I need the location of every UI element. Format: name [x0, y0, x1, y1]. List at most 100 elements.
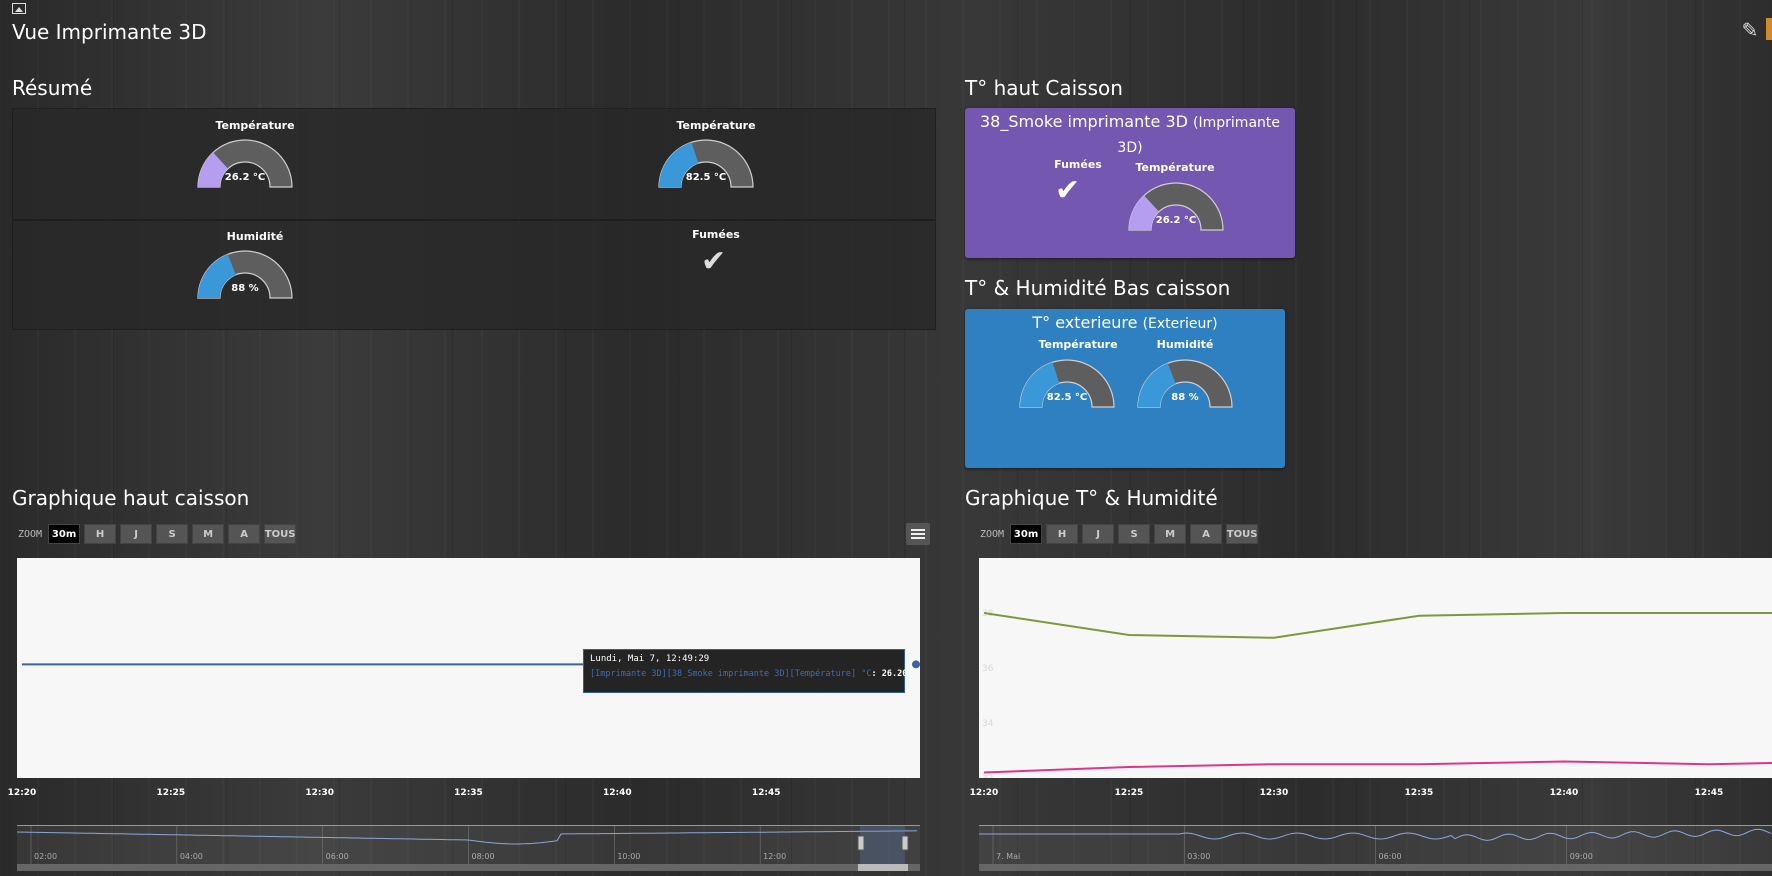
chart-menu-button[interactable] — [906, 523, 930, 545]
humidity-gauge[interactable]: 88 % — [1136, 357, 1234, 409]
gauge-value: 26.2 °C — [224, 172, 266, 183]
gauge-value: 26.2 °C — [1155, 215, 1197, 226]
chart-left-title: Graphique haut caisson — [12, 486, 250, 510]
x-tick-label: 12:40 — [1549, 788, 1579, 798]
y-tick-label: 36 — [982, 664, 994, 674]
zoom-a-button[interactable]: A — [1190, 524, 1223, 544]
image-icon — [12, 3, 26, 14]
x-tick-label: 12:30 — [305, 788, 334, 798]
navigator-tick-label: 12:00 — [763, 852, 786, 861]
chart-tooltip: Lundi, Mai 7, 12:49:29 [Imprimante 3D][3… — [583, 649, 908, 693]
x-tick-label: 12:35 — [454, 788, 483, 798]
summary-panel: Température 26.2 °C Température 82.5 °C … — [12, 108, 936, 330]
tooltip-value: 26.20 — [881, 669, 908, 679]
page-title: Vue Imprimante 3D — [12, 20, 207, 44]
series-line — [983, 612, 1772, 639]
chart-left-navigator[interactable]: 02:00 04:00 06:00 08:00 10:00 12:00 — [16, 825, 920, 871]
humidity-label: Humidité — [1156, 338, 1214, 351]
temp-label: Température — [1038, 338, 1118, 351]
hover-marker — [912, 660, 920, 669]
navigator-tick-label: 7. Mai — [996, 852, 1020, 861]
haut-caisson-title: T° haut Caisson — [965, 76, 1123, 100]
zoom-m-button[interactable]: M — [192, 524, 225, 544]
zoom-j-button[interactable]: J — [1082, 524, 1115, 544]
navigator-svg: 7. Mai 03:00 06:00 09:00 — [979, 826, 1772, 871]
check-icon: ✔ — [701, 244, 727, 279]
chart-right-title: Graphique T° & Humidité — [965, 486, 1218, 510]
zoom-h-button[interactable]: H — [84, 524, 117, 544]
navigator-handle — [857, 835, 865, 851]
temp-label: Température — [1135, 161, 1215, 174]
gauge-value: 88 % — [1171, 392, 1199, 403]
x-tick-label: 12:45 — [751, 788, 781, 798]
zoom-s-button[interactable]: S — [156, 524, 189, 544]
gauge-value: 82.5 °C — [1046, 392, 1088, 403]
navigator-scroll-thumb — [858, 864, 908, 871]
chart-left-zoombar: ZOOM 30m H J S M A TOUS — [18, 523, 297, 545]
chart-right-plot[interactable]: 32343638 — [979, 558, 1772, 784]
navigator-tick-label: 04:00 — [180, 852, 203, 861]
zoom-label: ZOOM — [980, 528, 1005, 540]
y-tick-label: 32 — [982, 774, 993, 778]
x-tick-label: 12:25 — [1114, 788, 1144, 798]
summary-temp1-gauge[interactable]: 26.2 °C — [196, 137, 294, 189]
navigator-tick-label: 10:00 — [617, 852, 640, 861]
tooltip-series: [Imprimante 3D][38_Smoke imprimante 3D][… — [590, 669, 908, 679]
check-icon: ✔ — [1055, 173, 1081, 208]
smoke-sensor-card[interactable]: 38_Smoke imprimante 3D (Imprimante 3D) F… — [965, 108, 1295, 258]
card-title-main: 38_Smoke imprimante 3D — [979, 112, 1188, 131]
summary-temp2-gauge[interactable]: 82.5 °C — [657, 137, 755, 189]
x-tick-label: 12:20 — [7, 788, 37, 798]
zoom-s-button[interactable]: S — [1118, 524, 1151, 544]
x-tick-label: 12:25 — [156, 788, 186, 798]
navigator-svg: 02:00 04:00 06:00 08:00 10:00 12:00 — [16, 826, 920, 871]
y-tick-label: 34 — [982, 719, 994, 729]
temp-gauge[interactable]: 82.5 °C — [1018, 357, 1116, 409]
navigator-scrollbar — [979, 864, 1772, 871]
zoom-30m-button[interactable]: 30m — [1010, 524, 1043, 544]
summary-temp2-label: Température — [676, 119, 756, 132]
navigator-tick-label: 06:00 — [1379, 852, 1402, 861]
chart-right-zoombar: ZOOM 30m H J S M A TOUS — [980, 523, 1259, 545]
pencil-icon[interactable]: ✎ — [1738, 18, 1762, 42]
zoom-label: ZOOM — [18, 528, 43, 540]
x-tick-label: 12:45 — [1694, 788, 1724, 798]
edit-accent — [1766, 18, 1772, 40]
navigator-selection — [860, 826, 905, 864]
navigator-tick-label: 06:00 — [326, 852, 349, 861]
navigator-tick-label: 03:00 — [1187, 852, 1210, 861]
series-line — [983, 760, 1772, 774]
bas-caisson-title: T° & Humidité Bas caisson — [965, 276, 1231, 300]
navigator-tick-label: 02:00 — [34, 852, 57, 861]
summary-humidity-gauge[interactable]: 88 % — [196, 248, 294, 300]
tooltip-date: Lundi, Mai 7, 12:49:29 — [590, 654, 710, 664]
zoom-30m-button[interactable]: 30m — [48, 524, 81, 544]
exterior-sensor-card[interactable]: T° exterieure (Exterieur) Température 82… — [965, 309, 1285, 468]
zoom-h-button[interactable]: H — [1046, 524, 1079, 544]
chart-right-svg: 32343638 — [982, 609, 1772, 784]
card-title-main: T° exterieure — [1032, 313, 1138, 332]
navigator-series — [979, 828, 1772, 841]
card-title-sub: (Exterieur) — [1142, 316, 1218, 332]
navigator-tick-label: 08:00 — [472, 852, 495, 861]
x-tick-label: 12:35 — [1404, 788, 1434, 798]
x-tick-label: 12:40 — [603, 788, 632, 798]
zoom-tous-button[interactable]: TOUS — [1226, 524, 1259, 544]
navigator-tick-label: 09:00 — [1570, 852, 1593, 861]
summary-humidity-label: Humidité — [226, 230, 284, 243]
gauge-value: 88 % — [231, 283, 259, 294]
zoom-a-button[interactable]: A — [228, 524, 261, 544]
zoom-j-button[interactable]: J — [120, 524, 153, 544]
chart-right-navigator[interactable]: 7. Mai 03:00 06:00 09:00 — [979, 825, 1772, 871]
gauge-value: 82.5 °C — [685, 172, 727, 183]
summary-smoke-label: Fumées — [692, 228, 740, 241]
x-tick-label: 12:30 — [1259, 788, 1289, 798]
navigator-handle — [901, 835, 909, 851]
card-title: 38_Smoke imprimante 3D (Imprimante 3D) — [965, 110, 1295, 160]
temp-gauge[interactable]: 26.2 °C — [1127, 180, 1225, 232]
x-tick-label: 12:20 — [969, 788, 999, 798]
navigator-series — [16, 830, 918, 845]
zoom-m-button[interactable]: M — [1154, 524, 1187, 544]
summary-temp1-label: Température — [215, 119, 295, 132]
zoom-tous-button[interactable]: TOUS — [264, 524, 297, 544]
